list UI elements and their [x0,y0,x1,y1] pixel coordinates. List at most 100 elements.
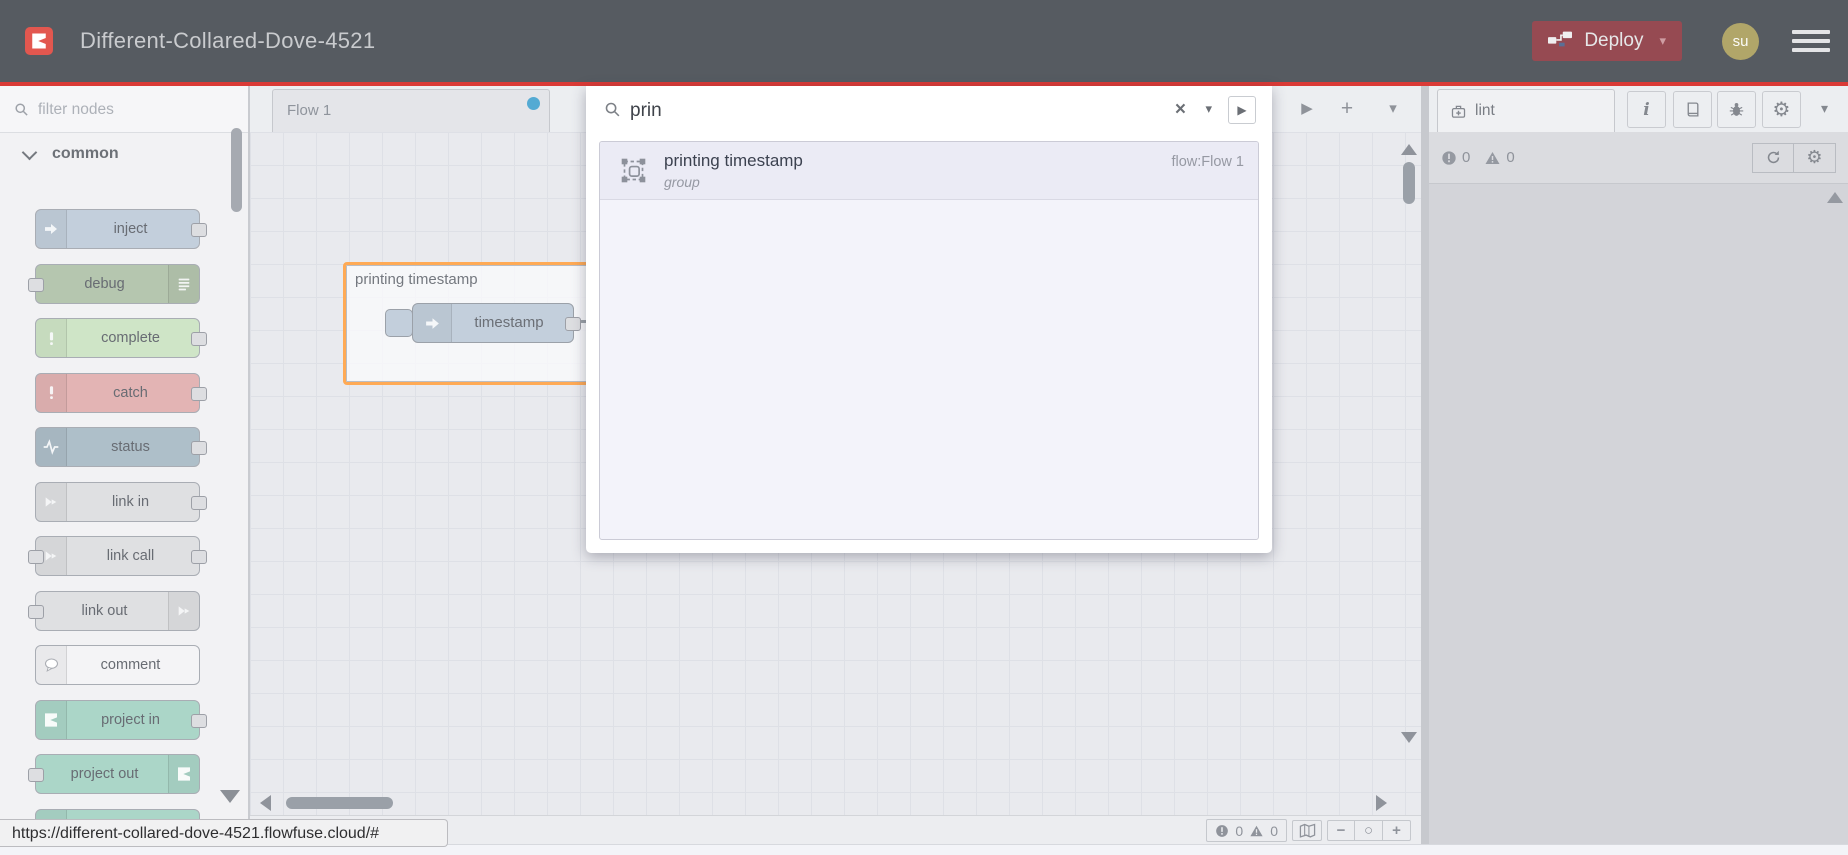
palette-node-comment[interactable]: comment [35,645,200,685]
palette-category-common[interactable]: common [0,132,248,176]
zoom-in-button[interactable]: + [1383,820,1411,841]
main-menu-button[interactable] [1792,30,1830,52]
palette-node-inject[interactable]: inject [35,209,207,249]
sidebar-tabbar: lint i ⚙ ▾ [1429,86,1848,133]
search-result-flow: flow:Flow 1 [1171,154,1244,170]
canvas-scroll-up-icon[interactable] [1401,144,1417,155]
canvas-hscrollbar-thumb[interactable] [286,797,393,809]
search-options-button[interactable]: ▶ [1228,96,1256,124]
lint-refresh-button[interactable] [1752,142,1794,173]
palette-node-link-call[interactable]: link call [28,536,207,576]
lint-toolbar: 0 0 ⚙ [1429,132,1848,184]
canvas-scroll-down-icon[interactable] [1401,732,1417,743]
config-nodes-button[interactable]: ⚙ [1762,91,1801,128]
tab-scroll-right-icon[interactable]: ▶ [1292,86,1322,132]
palette-node-label: project out [70,766,139,782]
lint-warning-count: 0 [1506,149,1515,166]
node-port-input[interactable] [28,604,44,619]
clear-search-icon[interactable]: × [1175,98,1186,122]
header: Different-Collared-Dove-4521 Deploy ▾ su [0,0,1848,86]
status-wave-icon [36,428,67,466]
lint-error-count: 0 [1462,149,1471,166]
group-icon [621,158,646,183]
tab-flow-1-label: Flow 1 [287,102,332,119]
search-result-row[interactable]: printing timestamp group flow:Flow 1 [600,142,1258,200]
palette-scroll-down-icon[interactable] [220,790,240,803]
search-dialog: × ▾ ▶ printing timestamp group flow:Flow… [586,86,1272,553]
node-port-output[interactable] [191,495,207,510]
node-palette: common inject debug complete catch status lin… [0,86,250,845]
canvas-scroll-right-icon[interactable] [1376,795,1387,811]
zoom-controls: − ○ + [1327,820,1411,841]
tab-lint[interactable]: lint [1437,89,1615,132]
palette-node-debug[interactable]: debug [28,263,200,304]
warning-triangle-icon [1485,151,1500,164]
error-circle-icon [1442,150,1456,165]
palette-node-project-in[interactable]: project in [35,699,207,740]
palette-node-status[interactable]: status [35,427,207,467]
right-sidebar: lint i ⚙ ▾ 0 0 ⚙ [1429,86,1848,845]
inject-trigger-button[interactable] [385,309,413,337]
node-port-output[interactable] [191,223,207,237]
node-port-output[interactable] [565,317,581,331]
lint-settings-button[interactable]: ⚙ [1794,142,1836,173]
sidebar-scroll-up-icon[interactable] [1827,192,1843,203]
zoom-out-button[interactable]: − [1327,820,1355,841]
palette-filter-input[interactable] [36,94,200,126]
node-label: timestamp [474,314,544,331]
canvas-vscrollbar-thumb[interactable] [1403,162,1415,204]
canvas-warning-count: 0 [1270,822,1278,839]
canvas-scroll-left-icon[interactable] [260,795,271,811]
palette-node-label: complete [101,330,160,346]
zoom-reset-button[interactable]: ○ [1355,820,1383,841]
palette-node-label: catch [113,384,148,401]
palette-node-link-in[interactable]: link in [35,481,207,522]
palette-filter [0,86,248,133]
deploy-button[interactable]: Deploy ▾ [1532,21,1682,61]
node-port-input[interactable] [28,550,44,564]
sidebar-separator[interactable] [1421,86,1429,845]
help-button[interactable] [1673,91,1712,128]
search-history-caret-icon[interactable]: ▾ [1205,101,1212,117]
tab-lint-label: lint [1475,102,1495,119]
user-avatar[interactable]: su [1722,22,1759,60]
palette-node-label: link out [81,602,128,619]
palette-node-project-out[interactable]: project out [28,754,200,794]
search-results: printing timestamp group flow:Flow 1 [599,141,1259,540]
canvas-error-count: 0 [1235,822,1244,839]
lint-panel-content [1429,184,1848,845]
flow-list-caret-icon[interactable]: ▾ [1378,86,1408,132]
chevron-down-icon [21,144,38,160]
node-port-output[interactable] [191,713,207,728]
node-port-output[interactable] [191,332,207,346]
info-button[interactable]: i [1627,91,1666,128]
node-port-input[interactable] [28,277,44,292]
book-icon [1687,102,1699,117]
node-port-output[interactable] [191,550,207,564]
canvas-issue-counts[interactable]: 0 0 [1206,819,1287,842]
flowfuse-logo-icon [25,27,53,55]
bug-icon [1729,103,1744,116]
tab-flow-1[interactable]: Flow 1 [272,89,550,132]
search-input[interactable] [628,92,1152,130]
palette-node-link-out[interactable]: link out [28,590,200,631]
exclamation-icon [36,319,67,357]
node-port-output[interactable] [191,386,207,401]
sidebar-menu-caret-icon[interactable]: ▾ [1821,100,1828,117]
node-red-editor: Different-Collared-Dove-4521 Deploy ▾ su… [0,0,1848,855]
debug-sidebar-button[interactable] [1717,91,1756,128]
deploy-options-caret-icon[interactable]: ▾ [1659,33,1666,49]
palette-scrollbar-thumb[interactable] [231,128,242,212]
palette-node-complete[interactable]: complete [35,318,207,358]
add-flow-button[interactable]: + [1332,86,1362,132]
deploy-icon [1548,30,1573,53]
debug-list-icon [168,264,199,303]
node-port-output[interactable] [191,441,207,455]
info-icon: i [1643,99,1650,120]
search-icon [15,103,28,116]
palette-node-catch[interactable]: catch [35,372,207,413]
node-port-input[interactable] [28,768,44,782]
navigator-map-button[interactable] [1292,820,1322,841]
inject-node-timestamp[interactable]: timestamp [385,303,581,343]
flowfuse-icon [36,700,67,739]
